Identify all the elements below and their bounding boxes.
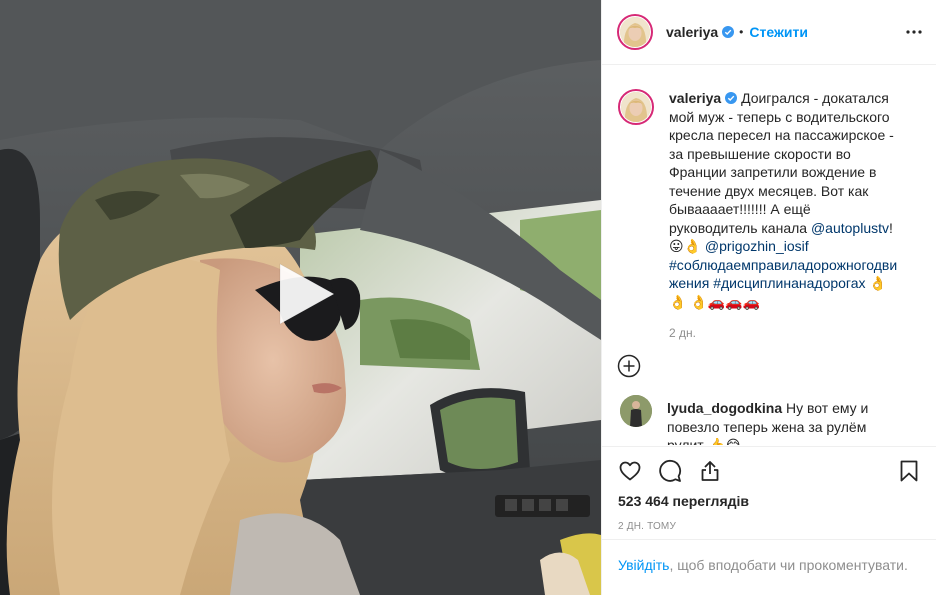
author-username[interactable]: valeriya xyxy=(666,24,718,40)
video-player[interactable] xyxy=(0,0,601,595)
caption-avatar[interactable] xyxy=(618,89,654,125)
commenter-avatar[interactable] xyxy=(620,395,652,427)
post-sidebar: valeriya • Стежити valeriya Доигрался - … xyxy=(601,0,936,595)
login-link[interactable]: Увійдіть xyxy=(618,557,669,573)
commenter-username[interactable]: lyuda_dogodkina xyxy=(667,400,782,416)
login-prompt-text: , щоб вподобати чи прокоментувати. xyxy=(669,557,908,573)
author-avatar[interactable] xyxy=(617,14,653,50)
caption-body: Доигрался - докатался мой муж - теперь с… xyxy=(669,90,894,236)
more-options-icon[interactable] xyxy=(905,24,923,40)
follow-button[interactable]: Стежити xyxy=(749,24,808,40)
caption-author[interactable]: valeriya xyxy=(669,90,721,106)
post-date[interactable]: 2 дн. тому xyxy=(618,521,921,532)
hashtag-link[interactable]: #дисциплинанадорогах xyxy=(713,275,865,291)
play-icon[interactable] xyxy=(268,258,340,330)
share-icon[interactable] xyxy=(698,459,722,483)
caption-text: valeriya Доигрался - докатался мой муж -… xyxy=(669,89,901,311)
login-prompt: Увійдіть, щоб вподобати чи прокоментуват… xyxy=(602,539,936,595)
mention-link[interactable]: @prigozhin_iosif xyxy=(705,238,809,254)
separator-dot: • xyxy=(739,25,744,39)
view-count[interactable]: 523 464 переглядів xyxy=(618,493,921,509)
post-view: valeriya • Стежити valeriya Доигрался - … xyxy=(0,0,936,595)
caption-timestamp: 2 дн. xyxy=(669,326,696,340)
caption-row: valeriya Доигрался - докатался мой муж -… xyxy=(618,89,921,311)
action-icons xyxy=(618,447,921,495)
heart-icon[interactable] xyxy=(618,459,642,483)
comment-item: lyuda_dogodkina Ну вот ему и повезло теп… xyxy=(618,395,921,445)
bookmark-icon[interactable] xyxy=(897,459,921,483)
verified-badge-icon xyxy=(722,26,735,38)
mention-link[interactable]: @autoplustv xyxy=(811,220,889,236)
comment-icon[interactable] xyxy=(658,459,682,483)
verified-badge-icon xyxy=(725,92,738,104)
comments-list[interactable]: valeriya Доигрался - докатался мой муж -… xyxy=(602,66,936,445)
plus-circle-icon[interactable] xyxy=(617,354,641,378)
comment-text: lyuda_dogodkina Ну вот ему и повезло теп… xyxy=(667,399,899,445)
post-header: valeriya • Стежити xyxy=(602,0,936,65)
